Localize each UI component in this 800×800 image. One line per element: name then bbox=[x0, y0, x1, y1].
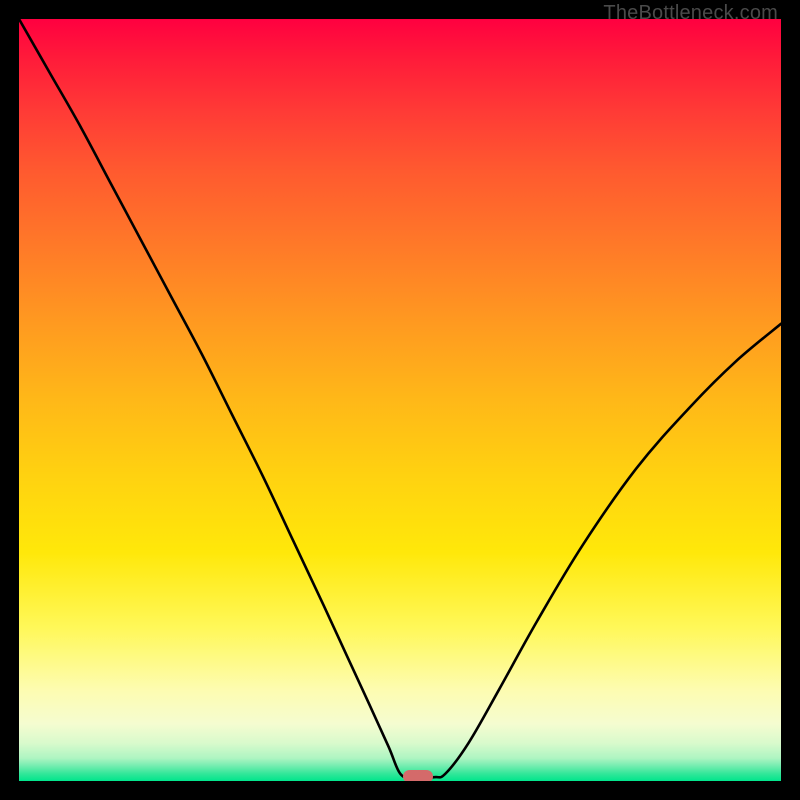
bottleneck-gradient-bg bbox=[19, 19, 781, 781]
chart-frame: TheBottleneck.com bbox=[0, 0, 800, 800]
watermark-text: TheBottleneck.com bbox=[603, 2, 778, 25]
curve-minimum-marker bbox=[403, 770, 433, 781]
plot-area bbox=[19, 19, 781, 781]
